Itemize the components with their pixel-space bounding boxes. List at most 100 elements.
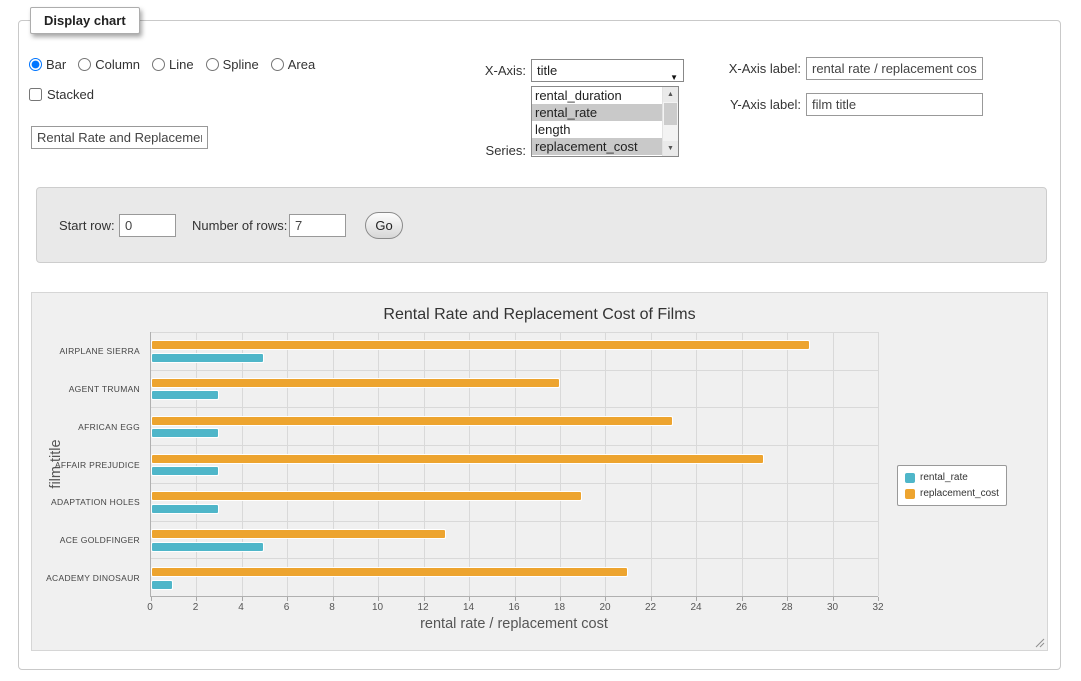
gridline-vertical (242, 332, 243, 596)
gridline-horizontal (151, 370, 878, 371)
bar-rental_rate[interactable] (151, 428, 219, 438)
series-option-length[interactable]: length (532, 121, 662, 138)
gridline-vertical (378, 332, 379, 596)
chart-type-option-label: Spline (223, 57, 259, 72)
gridline-vertical (560, 332, 561, 596)
bar-rental_rate[interactable] (151, 353, 264, 363)
display-chart-panel: Display chart BarColumnLineSplineArea St… (18, 20, 1061, 670)
x-tick-label: 14 (463, 602, 474, 613)
x-axis-label-label: X-Axis label: (705, 57, 801, 80)
series-option-rental_duration[interactable]: rental_duration (532, 87, 662, 104)
stacked-label: Stacked (47, 87, 94, 102)
y-axis-label-input[interactable] (806, 93, 983, 116)
bar-replacement_cost[interactable] (151, 340, 810, 350)
chart-type-radio-bar[interactable] (29, 58, 42, 71)
bar-rental_rate[interactable] (151, 390, 219, 400)
stacked-checkbox-row[interactable]: Stacked (29, 87, 94, 102)
bar-replacement_cost[interactable] (151, 567, 628, 577)
gridline-vertical (515, 332, 516, 596)
category-label: AIRPLANE SIERRA (59, 346, 140, 356)
chart-type-option-bar[interactable]: Bar (29, 57, 66, 72)
x-tick-label: 20 (599, 602, 610, 613)
x-tick-label: 0 (147, 602, 153, 613)
gridline-vertical (787, 332, 788, 596)
x-tick-label: 6 (284, 602, 290, 613)
category-label: AFRICAN EGG (78, 422, 140, 432)
scroll-down-icon[interactable]: ▼ (663, 141, 678, 156)
x-tick-mark (378, 597, 379, 601)
go-button[interactable]: Go (365, 212, 403, 239)
gridline-horizontal (151, 483, 878, 484)
scrollbar-thumb[interactable] (664, 103, 677, 125)
chart-type-radio-area[interactable] (271, 58, 284, 71)
y-axis-label-label: Y-Axis label: (705, 93, 801, 116)
series-listbox[interactable]: rental_durationrental_ratelengthreplacem… (531, 86, 679, 157)
chart-type-option-area[interactable]: Area (271, 57, 315, 72)
x-axis-label-input[interactable] (806, 57, 983, 80)
gridline-vertical (696, 332, 697, 596)
stacked-checkbox[interactable] (29, 88, 42, 101)
chart-title-input[interactable] (31, 126, 208, 149)
x-tick-label: 12 (417, 602, 428, 613)
x-tick-mark (787, 597, 788, 601)
series-options: rental_durationrental_ratelengthreplacem… (532, 87, 678, 155)
resize-handle-icon[interactable] (1034, 637, 1045, 648)
chart-type-option-column[interactable]: Column (78, 57, 140, 72)
series-option-replacement_cost[interactable]: replacement_cost (532, 138, 662, 155)
gridline-vertical (605, 332, 606, 596)
x-tick-mark (196, 597, 197, 601)
x-tick-mark (742, 597, 743, 601)
x-tick-mark (651, 597, 652, 601)
chart-type-option-line[interactable]: Line (152, 57, 194, 72)
bar-replacement_cost[interactable] (151, 454, 764, 464)
panel-title: Display chart (30, 7, 140, 34)
gridline-horizontal (151, 445, 878, 446)
gridline-vertical (287, 332, 288, 596)
bar-rental_rate[interactable] (151, 580, 173, 590)
bar-replacement_cost[interactable] (151, 378, 560, 388)
x-axis-selected-value: title (537, 63, 557, 78)
x-tick-mark (696, 597, 697, 601)
chart-type-option-spline[interactable]: Spline (206, 57, 259, 72)
x-tick-label: 24 (690, 602, 701, 613)
select-dropdown-arrow-icon: ▼ (670, 67, 678, 88)
chart-type-option-label: Column (95, 57, 140, 72)
bar-replacement_cost[interactable] (151, 491, 582, 501)
start-row-label: Start row: (59, 214, 115, 237)
gridline-vertical (651, 332, 652, 596)
gridline-vertical (742, 332, 743, 596)
bar-replacement_cost[interactable] (151, 529, 446, 539)
x-tick-mark (151, 597, 152, 601)
y-axis-labels: AIRPLANE SIERRAAGENT TRUMANAFRICAN EGGAF… (32, 332, 145, 597)
legend-item-rental_rate[interactable]: rental_rate (905, 472, 999, 483)
x-tick-mark (333, 597, 334, 601)
chart-type-radio-spline[interactable] (206, 58, 219, 71)
bar-rental_rate[interactable] (151, 542, 264, 552)
bar-rental_rate[interactable] (151, 504, 219, 514)
x-tick-mark (424, 597, 425, 601)
bar-replacement_cost[interactable] (151, 416, 673, 426)
start-row-input[interactable] (119, 214, 176, 237)
x-tick-mark (242, 597, 243, 601)
series-option-rental_rate[interactable]: rental_rate (532, 104, 662, 121)
chart-type-option-label: Bar (46, 57, 66, 72)
chart-type-radio-line[interactable] (152, 58, 165, 71)
legend-label: rental_rate (920, 472, 968, 483)
scroll-up-icon[interactable]: ▲ (663, 87, 678, 102)
x-axis-select-label: X-Axis: (459, 59, 526, 82)
category-label: ACADEMY DINOSAUR (46, 573, 140, 583)
x-axis-select[interactable]: title ▼ (531, 59, 684, 82)
gridline-vertical (196, 332, 197, 596)
chart-title: Rental Rate and Replacement Cost of Film… (32, 306, 1047, 324)
chart-container: Rental Rate and Replacement Cost of Film… (31, 292, 1048, 651)
category-label: ACE GOLDFINGER (60, 535, 140, 545)
number-of-rows-input[interactable] (289, 214, 346, 237)
category-label: AFFAIR PREJUDICE (55, 460, 140, 470)
listbox-scrollbar[interactable]: ▲ ▼ (662, 87, 678, 156)
x-tick-label: 16 (508, 602, 519, 613)
bar-rental_rate[interactable] (151, 466, 219, 476)
legend-item-replacement_cost[interactable]: replacement_cost (905, 488, 999, 499)
x-tick-mark (515, 597, 516, 601)
chart-type-radio-column[interactable] (78, 58, 91, 71)
legend-label: replacement_cost (920, 488, 999, 499)
